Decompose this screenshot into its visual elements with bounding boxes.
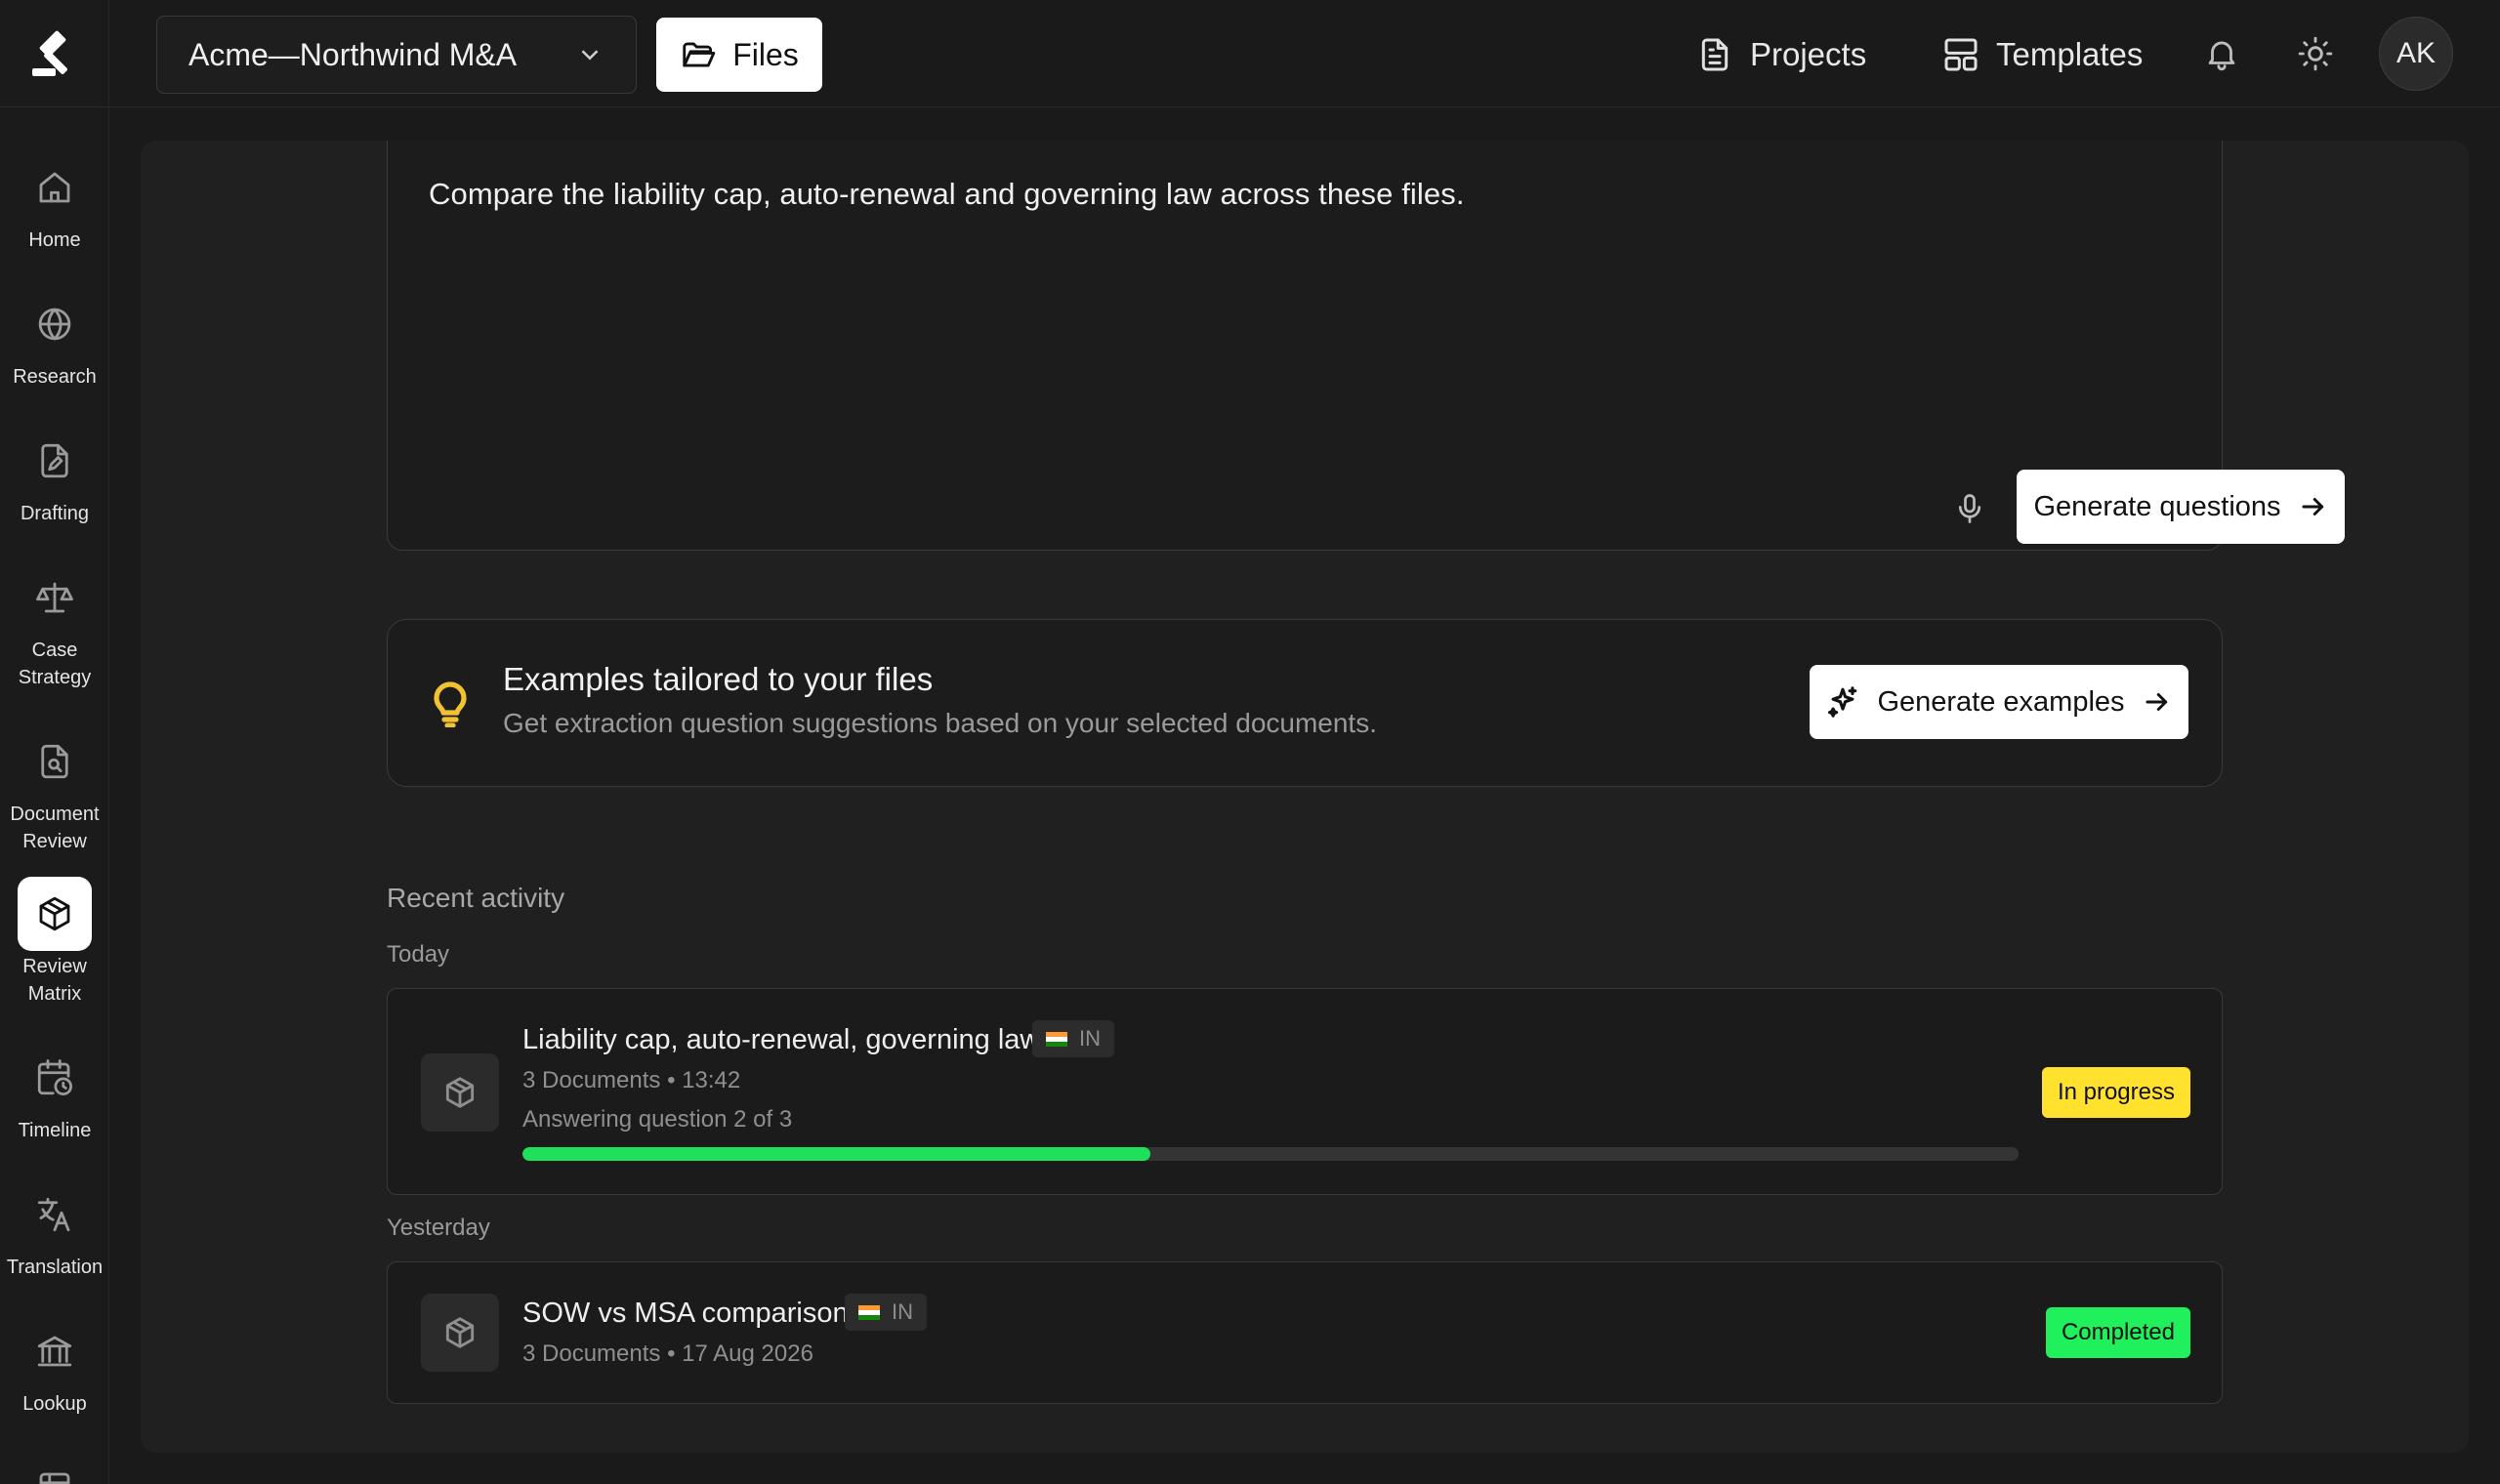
sidebar-item-timeline[interactable]: Timeline — [0, 1041, 109, 1144]
jurisdiction-code: IN — [892, 1299, 913, 1324]
sidebar-item-label: Home — [28, 229, 81, 251]
sidebar-item-label: Research — [13, 366, 97, 388]
home-icon — [18, 150, 92, 225]
translate-icon — [18, 1177, 92, 1252]
status-badge: Completed — [2045, 1307, 2190, 1358]
folder-open-icon — [683, 42, 716, 67]
projects-label: Projects — [1750, 36, 1867, 72]
scales-icon — [18, 560, 92, 635]
group-label-today: Today — [387, 941, 450, 968]
document-search-icon — [18, 724, 92, 799]
examples-title: Examples tailored to your files — [503, 661, 934, 697]
calendar-clock-icon — [18, 1041, 92, 1115]
activity-detail: Answering question 2 of 3 — [522, 1106, 793, 1133]
files-button-label: Files — [732, 36, 799, 72]
files-button[interactable]: Files — [656, 18, 822, 92]
sidebar-item-label: Lookup — [22, 1393, 87, 1415]
sidebar-item-label: Timeline — [18, 1120, 92, 1141]
cube-icon — [421, 1053, 499, 1132]
recent-activity-title: Recent activity — [387, 883, 565, 913]
cube-icon — [421, 1294, 499, 1372]
sun-icon — [2298, 36, 2333, 71]
notifications-button[interactable] — [2197, 29, 2246, 78]
activity-item[interactable]: SOW vs MSA comparison IN 3 Documents • 1… — [387, 1261, 2223, 1404]
main-panel: Compare the liability cap, auto-renewal … — [141, 141, 2469, 1453]
lightbulb-icon — [431, 680, 470, 728]
arrow-right-icon — [2146, 693, 2167, 711]
templates-link[interactable]: Templates — [1941, 27, 2143, 82]
generate-examples-label: Generate examples — [1877, 685, 2125, 718]
layout-template-icon — [1944, 38, 1978, 71]
activity-title: SOW vs MSA comparison — [522, 1298, 849, 1329]
grid-icon — [18, 1451, 92, 1484]
bank-icon — [18, 1314, 92, 1388]
jurisdiction-code: IN — [1079, 1026, 1101, 1051]
app-logo[interactable] — [0, 0, 109, 107]
sidebar-item-home[interactable]: Home — [0, 150, 109, 254]
activity-item[interactable]: Liability cap, auto-renewal, governing l… — [387, 988, 2223, 1195]
sidebar-item-label: Review Matrix — [22, 956, 87, 1005]
generate-questions-label: Generate questions — [2033, 490, 2281, 522]
projects-link[interactable]: Projects — [1695, 27, 1866, 82]
templates-label: Templates — [1996, 36, 2144, 72]
activity-meta: 3 Documents • 17 Aug 2026 — [522, 1340, 813, 1367]
sidebar-item-more[interactable] — [0, 1451, 109, 1484]
chevron-down-icon — [581, 50, 599, 61]
sidebar-item-drafting[interactable]: Drafting — [0, 424, 109, 527]
avatar[interactable]: AK — [2379, 17, 2453, 91]
sidebar-item-label: Case Strategy — [18, 639, 92, 688]
sparkles-icon — [1828, 686, 1857, 718]
sidebar-item-document-review[interactable]: Document Review — [0, 724, 109, 855]
prompt-text[interactable]: Compare the liability cap, auto-renewal … — [429, 177, 1465, 212]
document-icon — [1701, 38, 1729, 71]
globe-icon — [18, 287, 92, 361]
arrow-right-icon — [2302, 498, 2323, 515]
sidebar: Home Research Drafting Case Strategy Doc… — [0, 0, 109, 1484]
activity-title: Liability cap, auto-renewal, governing l… — [522, 1024, 1041, 1055]
bell-icon — [2208, 41, 2235, 71]
activity-meta: 3 Documents • 13:42 — [522, 1067, 741, 1093]
microphone-icon — [1958, 494, 1981, 523]
sidebar-item-label: Document Review — [10, 804, 100, 852]
india-flag-icon — [1046, 1031, 1067, 1047]
theme-toggle-button[interactable] — [2291, 29, 2340, 78]
jurisdiction-badge: IN — [1032, 1020, 1114, 1057]
examples-subtitle: Get extraction question suggestions base… — [503, 708, 1377, 738]
prompt-input[interactable]: Compare the liability cap, auto-renewal … — [387, 141, 2345, 551]
microphone-button[interactable] — [1948, 487, 1991, 530]
pen-document-icon — [18, 424, 92, 498]
app-root: Home Research Drafting Case Strategy Doc… — [0, 0, 2500, 1484]
project-selector-value: Acme—Northwind M&A — [188, 36, 518, 72]
examples-card: Examples tailored to your files Get extr… — [387, 619, 2223, 787]
sidebar-item-label: Drafting — [20, 503, 90, 524]
generate-questions-button[interactable]: Generate questions — [2017, 470, 2345, 544]
status-badge: In progress — [2041, 1067, 2190, 1118]
top-bar: Acme—Northwind M&A Files Projects Templa… — [109, 0, 2500, 107]
progress-bar — [522, 1147, 2019, 1161]
project-selector[interactable]: Acme—Northwind M&A — [156, 16, 637, 94]
cube-icon — [18, 877, 92, 951]
sidebar-item-lookup[interactable]: Lookup — [0, 1314, 109, 1418]
progress-bar-fill — [522, 1147, 1151, 1161]
sidebar-item-label: Translation — [6, 1257, 104, 1278]
sidebar-item-translation[interactable]: Translation — [0, 1177, 109, 1281]
group-label-yesterday: Yesterday — [387, 1215, 490, 1241]
sidebar-item-research[interactable]: Research — [0, 287, 109, 391]
india-flag-icon — [858, 1304, 880, 1320]
sidebar-item-case-strategy[interactable]: Case Strategy — [0, 560, 109, 691]
jurisdiction-badge: IN — [845, 1294, 927, 1331]
gavel-logo-icon — [32, 30, 67, 76]
sidebar-item-review-matrix[interactable]: Review Matrix — [0, 877, 109, 1008]
generate-examples-button[interactable]: Generate examples — [1810, 665, 2188, 739]
